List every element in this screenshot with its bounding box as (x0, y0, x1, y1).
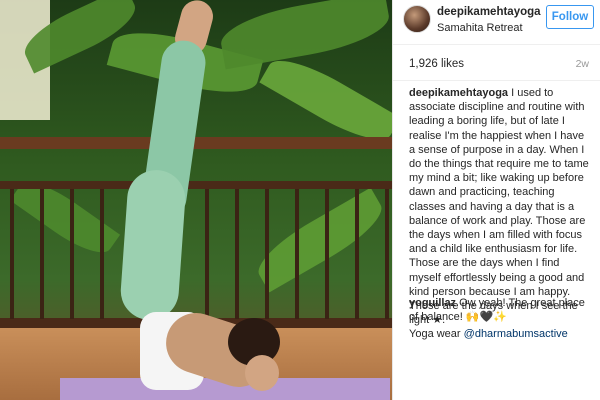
baluster (295, 189, 299, 319)
location-link[interactable]: Samahita Retreat (437, 22, 523, 34)
baluster (325, 189, 329, 319)
post-header: deepikamehtayoga Samahita Retreat Follow (393, 0, 600, 45)
baluster (355, 189, 359, 319)
comment-username[interactable]: yoguillaz (409, 297, 456, 309)
baluster (10, 189, 14, 319)
baluster (235, 189, 239, 319)
yoga-wear-label: Yoga wear (409, 328, 461, 341)
baluster (385, 189, 389, 319)
post-details-panel: deepikamehtayoga Samahita Retreat Follow… (392, 0, 600, 400)
avatar[interactable] (403, 5, 431, 33)
leg-lower (118, 168, 188, 322)
follow-button[interactable]: Follow (546, 5, 594, 29)
post-age: 2w (575, 58, 589, 70)
comment: yoguillaz Ow yeah! The great place of ba… (409, 296, 593, 324)
divider (393, 80, 600, 81)
baluster (40, 189, 44, 319)
railing-middle (0, 181, 392, 189)
face (245, 355, 279, 391)
railing-top (0, 137, 392, 149)
baluster (70, 189, 74, 319)
caption-text: I used to associate discipline and routi… (409, 87, 589, 327)
baluster (100, 189, 104, 319)
baluster (205, 189, 209, 319)
post-photo (0, 0, 392, 400)
header-username[interactable]: deepikamehtayoga (437, 6, 541, 18)
likes-count[interactable]: 1,926 likes (409, 58, 464, 70)
palm-leaf (249, 187, 391, 293)
mention-link[interactable]: @dharmabumsactive (464, 328, 568, 340)
baluster (265, 189, 269, 319)
palm-leaf (216, 0, 392, 70)
caption-username[interactable]: deepikamehtayoga (409, 87, 508, 99)
